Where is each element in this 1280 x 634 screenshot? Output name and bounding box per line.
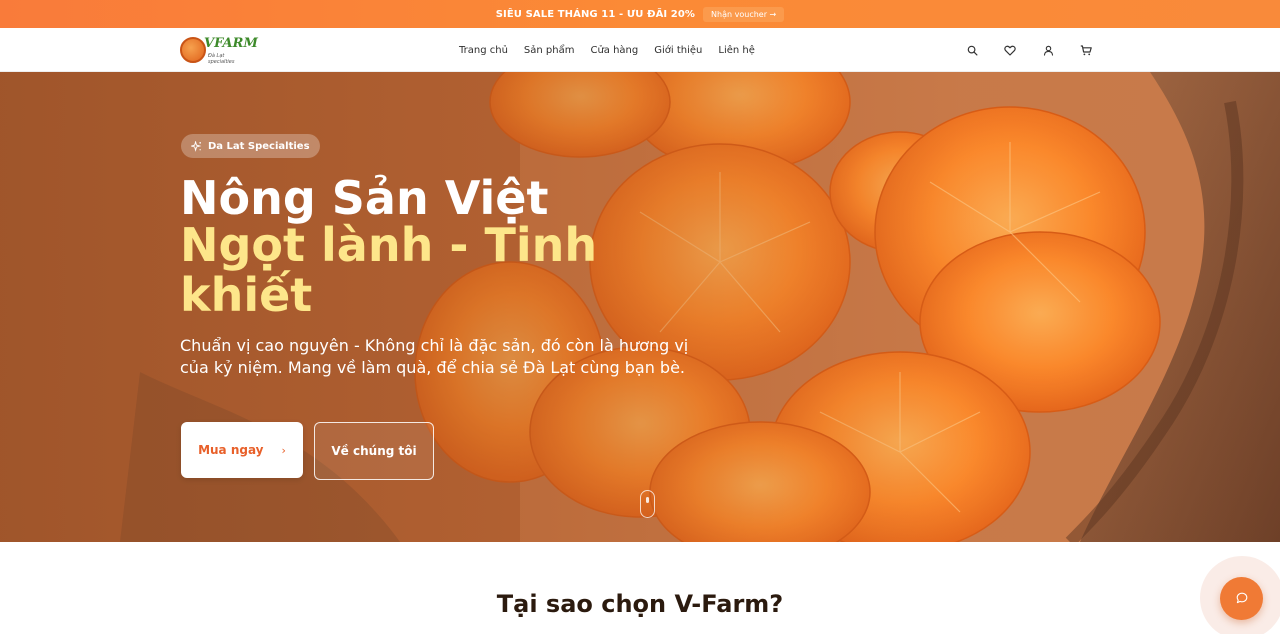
site-header: VFARM Đà Lạt specialties Trang chủ Sản p… <box>0 28 1280 72</box>
nav-item-about[interactable]: Giới thiệu <box>654 45 702 56</box>
hero-description: Chuẩn vị cao nguyên - Không chỉ là đặc s… <box>180 336 689 377</box>
promo-bar: SIÊU SALE THÁNG 11 - ƯU ĐÃI 20% Nhận vou… <box>0 0 1280 28</box>
nav-item-products[interactable]: Sản phẩm <box>524 45 575 56</box>
logo-word: VFARM <box>204 36 258 51</box>
hero-title-line2: Ngọt lành - Tinh khiết <box>180 218 598 322</box>
chat-bubble-icon <box>1236 589 1248 608</box>
buy-now-button[interactable]: Mua ngay › <box>181 422 303 478</box>
hero-badge: Da Lat Specialties <box>181 134 320 158</box>
about-us-button[interactable]: Về chúng tôi <box>314 422 434 480</box>
chevron-right-icon: › <box>281 443 286 457</box>
hero-title-line1: Nông Sản Việt <box>180 171 549 225</box>
main-nav: Trang chủ Sản phẩm Cửa hàng Giới thiệu L… <box>459 28 755 72</box>
sparkle-icon <box>189 137 202 156</box>
scroll-dot <box>646 497 649 503</box>
logo-tagline: Đà Lạt specialties <box>208 53 235 65</box>
section-title: Tại sao chọn V-Farm? <box>496 590 784 618</box>
buy-now-label: Mua ngay <box>198 443 264 457</box>
chat-button[interactable] <box>1220 577 1263 620</box>
logo-emblem-icon <box>180 37 206 63</box>
nav-item-store[interactable]: Cửa hàng <box>590 45 638 56</box>
mouse-scroll-icon[interactable] <box>640 490 655 518</box>
about-us-label: Về chúng tôi <box>331 444 417 458</box>
cart-icon[interactable] <box>1080 44 1092 56</box>
promo-text: SIÊU SALE THÁNG 11 - ƯU ĐÃI 20% <box>495 8 696 20</box>
nav-item-home[interactable]: Trang chủ <box>459 45 508 56</box>
voucher-button[interactable]: Nhận voucher → <box>703 6 785 22</box>
heart-icon[interactable] <box>1004 44 1016 56</box>
hero-section: Da Lat Specialties Nông Sản Việt Ngọt là… <box>0 72 1280 542</box>
logo[interactable]: VFARM Đà Lạt specialties <box>180 35 258 65</box>
search-icon[interactable] <box>966 44 978 56</box>
nav-item-contact[interactable]: Liên hệ <box>718 45 755 56</box>
hero-badge-label: Da Lat Specialties <box>208 140 310 152</box>
user-icon[interactable] <box>1042 44 1054 56</box>
header-actions <box>966 28 1092 72</box>
